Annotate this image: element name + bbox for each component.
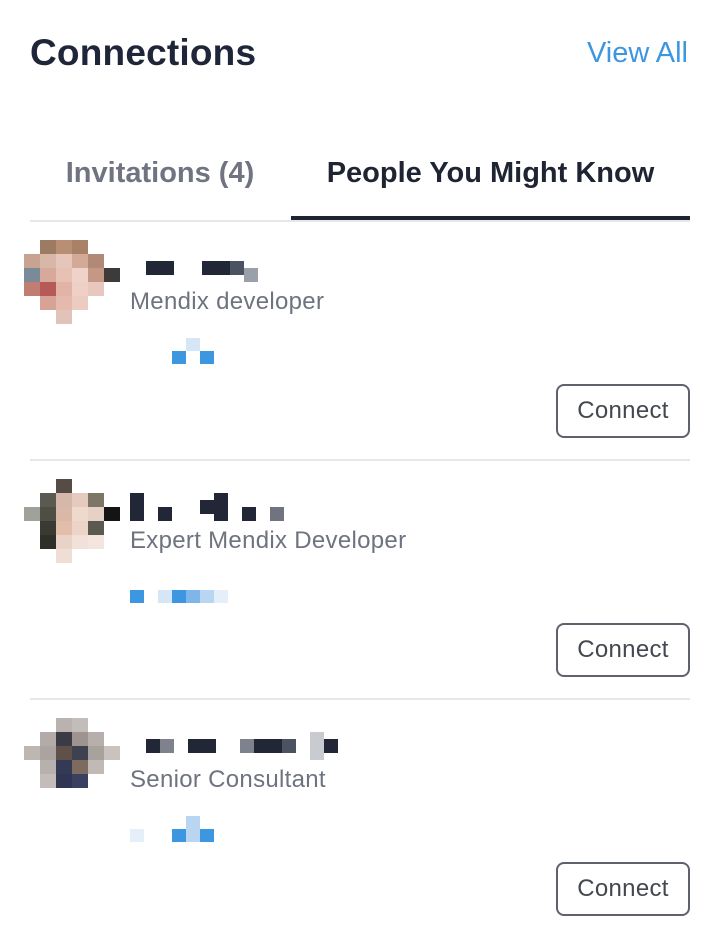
connect-button[interactable]: Connect — [556, 862, 690, 916]
list-item: Expert Mendix Developer Connect — [24, 461, 690, 700]
tab-invitations[interactable]: Invitations (4) — [30, 128, 290, 218]
person-headline: Mendix developer — [130, 288, 325, 315]
tab-people-you-might-know[interactable]: People You Might Know — [291, 128, 690, 220]
connect-button[interactable]: Connect — [556, 384, 690, 438]
connections-panel: Connections View All Invitations (4) Peo… — [0, 0, 720, 926]
suggestion-list: Mendix developer Connect Expert Mendix D… — [0, 222, 720, 937]
connect-button[interactable]: Connect — [556, 623, 690, 677]
list-item: Senior Consultant Connect — [24, 700, 690, 937]
mutual-connections-redacted — [130, 816, 214, 842]
person-name-redacted[interactable] — [130, 732, 338, 760]
panel-title: Connections — [30, 32, 257, 73]
person-name-redacted[interactable] — [130, 254, 258, 282]
list-item: Mendix developer Connect — [24, 222, 690, 461]
mutual-connections-redacted — [130, 577, 228, 603]
person-headline: Senior Consultant — [130, 766, 326, 793]
avatar[interactable] — [24, 718, 120, 802]
person-headline: Expert Mendix Developer — [130, 527, 407, 554]
avatar[interactable] — [24, 240, 120, 324]
panel-header: Connections View All — [30, 28, 688, 78]
view-all-link[interactable]: View All — [587, 37, 688, 70]
avatar[interactable] — [24, 479, 120, 563]
tab-bar: Invitations (4) People You Might Know — [30, 128, 690, 222]
person-name-redacted[interactable] — [130, 493, 284, 521]
mutual-connections-redacted — [130, 338, 214, 364]
